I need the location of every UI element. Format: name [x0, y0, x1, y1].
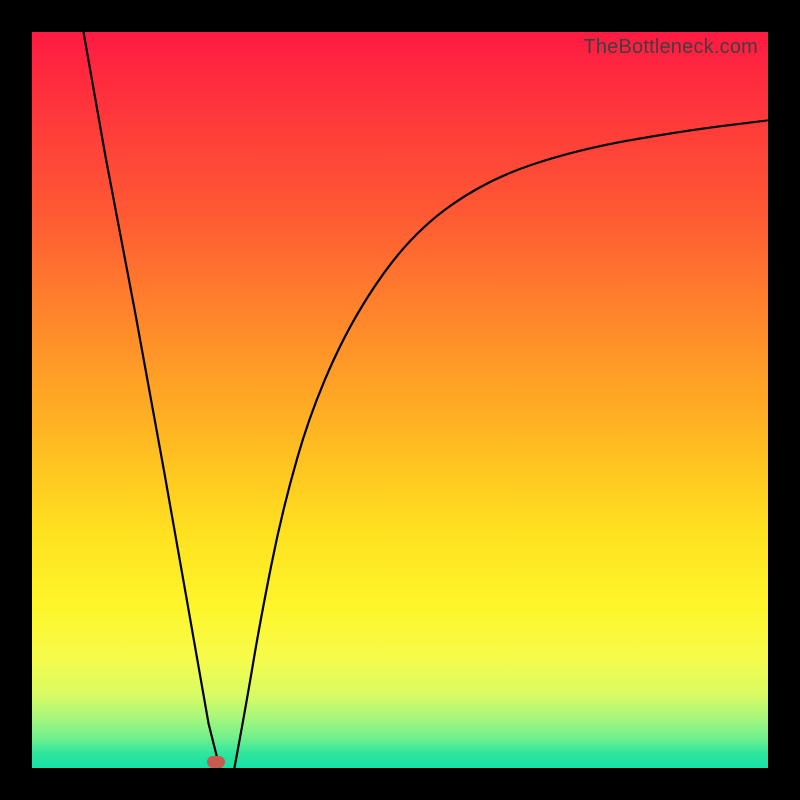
plot-area: TheBottleneck.com — [32, 32, 768, 768]
curve-left-branch — [84, 32, 220, 768]
minimum-marker — [207, 756, 225, 768]
curve-layer — [32, 32, 768, 768]
curve-right-branch — [234, 120, 768, 768]
chart-frame: TheBottleneck.com — [0, 0, 800, 800]
